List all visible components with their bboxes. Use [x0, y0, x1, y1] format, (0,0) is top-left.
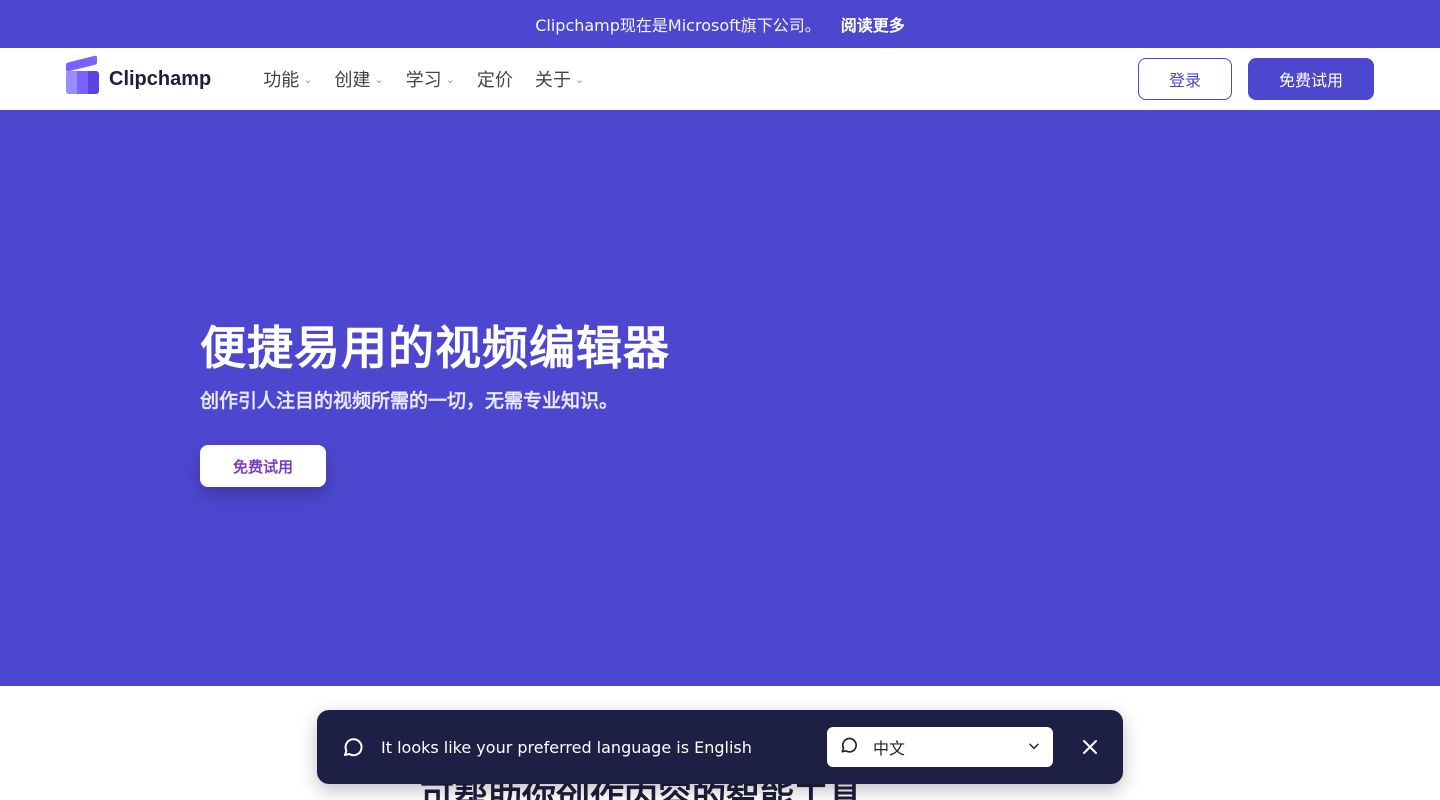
menu-item-about[interactable]: 关于 ⌄ — [535, 66, 584, 92]
login-button[interactable]: 登录 — [1138, 58, 1232, 100]
menu-item-features[interactable]: 功能 ⌄ — [263, 66, 312, 92]
menu-item-label: 功能 — [263, 70, 300, 91]
hero-title: 便捷易用的视频编辑器 — [200, 321, 670, 375]
chevron-down-icon: ⌄ — [445, 72, 455, 86]
announcement-bar: Clipchamp现在是Microsoft旗下公司。 阅读更多 — [0, 0, 1440, 48]
selected-language: 中文 — [873, 739, 906, 758]
free-trial-button[interactable]: 免费试用 — [1248, 58, 1374, 100]
menu-item-label: 创建 — [334, 70, 371, 91]
language-suggestion-text: It looks like your preferred language is… — [381, 737, 752, 757]
announcement-text: Clipchamp现在是Microsoft旗下公司。 — [535, 16, 821, 35]
hero-free-trial-button[interactable]: 免费试用 — [200, 445, 326, 487]
menu-item-pricing[interactable]: 定价 — [477, 66, 513, 92]
chevron-down-icon: ⌄ — [374, 72, 384, 86]
menu-item-label: 关于 — [534, 70, 571, 91]
menu-item-label: 定价 — [476, 70, 513, 91]
top-nav: Clipchamp 功能 ⌄ 创建 ⌄ 学习 ⌄ 定价 关于 ⌄ 登录 免费试用 — [0, 48, 1440, 110]
menu-item-label: 学习 — [405, 70, 442, 91]
brand-name: Clipchamp — [109, 67, 212, 90]
read-more-link[interactable]: 阅读更多 — [841, 12, 905, 36]
hero-subtitle: 创作引人注目的视频所需的一切，无需专业知识。 — [200, 390, 619, 412]
brand-logo[interactable]: Clipchamp — [66, 55, 212, 95]
chevron-down-icon: ⌄ — [574, 72, 585, 86]
chevron-down-icon: ⌄ — [303, 72, 313, 86]
close-icon[interactable] — [1081, 738, 1099, 756]
chevron-down-icon — [1027, 738, 1041, 757]
nav-actions: 登录 免费试用 — [1138, 58, 1374, 100]
clapperboard-icon — [66, 55, 99, 95]
hero-section: 便捷易用的视频编辑器 创作引人注目的视频所需的一切，无需专业知识。 免费试用 — [0, 110, 1440, 686]
main-menu: 功能 ⌄ 创建 ⌄ 学习 ⌄ 定价 关于 ⌄ — [263, 66, 606, 92]
chat-bubble-icon — [839, 735, 859, 759]
menu-item-learn[interactable]: 学习 ⌄ — [406, 66, 455, 92]
chat-bubble-icon — [341, 735, 365, 759]
language-select[interactable]: 中文 — [827, 727, 1053, 767]
language-suggestion-banner: It looks like your preferred language is… — [317, 710, 1123, 784]
menu-item-create[interactable]: 创建 ⌄ — [334, 66, 383, 92]
